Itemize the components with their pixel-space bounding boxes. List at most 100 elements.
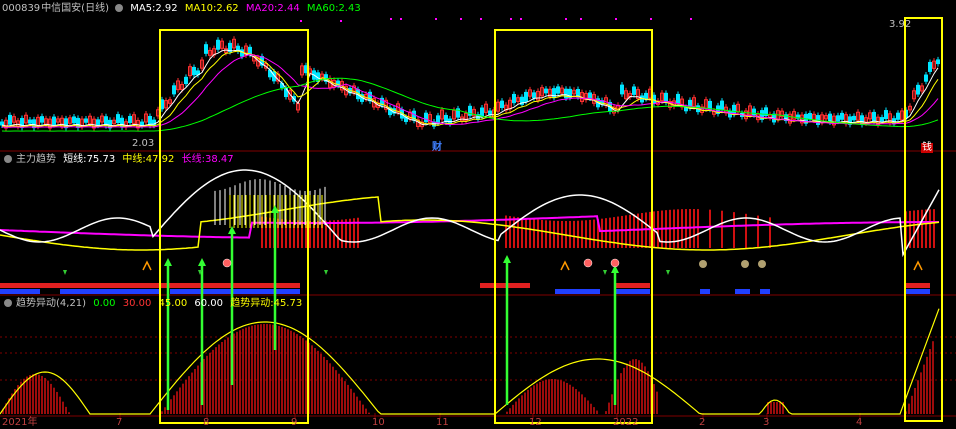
candle-body	[500, 100, 504, 109]
signal-arrow-head	[503, 255, 511, 263]
candle-body	[836, 115, 840, 122]
top-dot	[340, 20, 342, 22]
signal-dot	[583, 258, 593, 268]
mid-label: 中线:	[122, 154, 146, 165]
top-dot	[390, 18, 392, 20]
long-label: 长线:	[181, 154, 205, 165]
top-dot	[435, 18, 437, 20]
ma60-value: 2.43	[338, 3, 361, 14]
axis-label-10: 10	[372, 417, 385, 428]
signal-strip-red	[0, 283, 300, 288]
candle-body	[172, 85, 176, 95]
signal-strip-red	[615, 283, 650, 288]
ma5-value: 2.92	[155, 3, 178, 14]
axis-label-apr: 4	[856, 417, 863, 428]
signal-dot	[610, 258, 620, 268]
candle-body	[644, 92, 648, 100]
signal-strip-blue	[735, 289, 750, 294]
candle-body	[808, 112, 812, 120]
coin-marker	[699, 260, 707, 268]
candle-body	[532, 92, 536, 99]
person-marker	[142, 260, 152, 271]
signal-strip-red	[905, 283, 930, 288]
candle-body	[424, 112, 428, 123]
abnormal-line	[0, 308, 940, 415]
down-marker	[324, 270, 328, 275]
signal-strip-blue	[905, 289, 930, 294]
finance-tag[interactable]: 财	[432, 143, 442, 153]
candle-body	[872, 111, 876, 122]
long-line	[0, 215, 939, 239]
person-marker	[560, 260, 570, 271]
signal-strip-blue	[760, 289, 770, 294]
axis-label-12: 12	[529, 417, 542, 428]
candle-body	[632, 86, 636, 95]
candle-body	[880, 117, 884, 122]
stock-chart[interactable]	[0, 0, 956, 429]
short-label: 短线:	[63, 154, 87, 165]
candle-body	[128, 115, 132, 123]
top-dot	[580, 18, 582, 20]
candle-body	[884, 110, 888, 120]
candle-body	[896, 112, 900, 120]
candle-body	[732, 104, 736, 115]
main-panel-header: 000839中信国安(日线) MA5:2.92 MA10:2.62 MA20:2…	[2, 2, 365, 16]
ma60-label: MA60:	[306, 3, 339, 14]
candle-body	[436, 115, 440, 124]
candle-body	[524, 91, 528, 102]
axis-label-2022: 2022	[613, 417, 639, 428]
candle-body	[620, 84, 624, 95]
person-marker	[913, 260, 923, 271]
down-marker	[63, 270, 67, 275]
mid-value: 47.92	[145, 154, 175, 165]
candle-body	[936, 59, 940, 65]
short-value: 75.73	[86, 154, 116, 165]
high-price-label: 3.92	[889, 19, 912, 30]
long-value: 38.47	[204, 154, 234, 165]
top-dot	[300, 20, 302, 22]
settings-icon[interactable]	[4, 155, 12, 163]
level-60: 60.00	[194, 298, 224, 309]
candle-body	[184, 76, 188, 85]
candle-body	[928, 61, 932, 72]
candle-body	[28, 119, 32, 124]
settings-icon[interactable]	[4, 299, 12, 307]
candle-body	[96, 119, 100, 126]
signal-strip-red	[480, 283, 530, 288]
candle-body	[556, 86, 560, 94]
signal-arrow-head	[198, 258, 206, 266]
signal-strip-blue	[0, 289, 40, 294]
candle-body	[40, 116, 44, 123]
signal-strip-blue	[615, 289, 650, 294]
trend-panel-header: 主力趋势 短线:75.73 中线:47.92 长线:38.47	[2, 153, 238, 167]
level-0: 0.00	[93, 298, 116, 309]
finance-tag-2[interactable]: 钱	[921, 143, 933, 153]
stock-code: 000839	[2, 3, 41, 14]
settings-icon[interactable]	[115, 4, 123, 12]
top-dot	[510, 18, 512, 20]
candle-body	[552, 88, 556, 99]
candle-body	[916, 84, 920, 95]
axis-label-2021: 2021年	[2, 417, 38, 428]
candle-body	[840, 112, 844, 120]
candle-body	[544, 88, 548, 94]
candle-body	[852, 115, 856, 121]
abnormal-title: 趋势异动(4,21)	[16, 298, 87, 309]
candle-body	[676, 93, 680, 104]
ma20-label: MA20:	[245, 3, 278, 14]
candle-body	[84, 118, 88, 123]
signal-dot	[222, 258, 232, 268]
ma5-label: MA5:	[130, 3, 156, 14]
top-dot	[460, 18, 462, 20]
ma10-label: MA10:	[184, 3, 217, 14]
level-45: 45.00	[158, 298, 188, 309]
axis-label-11: 11	[436, 417, 449, 428]
axis-label-feb: 2	[699, 417, 706, 428]
candle-body	[480, 107, 484, 118]
candle-body	[588, 92, 592, 99]
candle-body	[192, 66, 196, 76]
candle-body	[0, 121, 4, 126]
level-30: 30.00	[122, 298, 152, 309]
abnormal-value-label: 趋势异动:	[230, 298, 274, 309]
top-dot	[520, 18, 522, 20]
